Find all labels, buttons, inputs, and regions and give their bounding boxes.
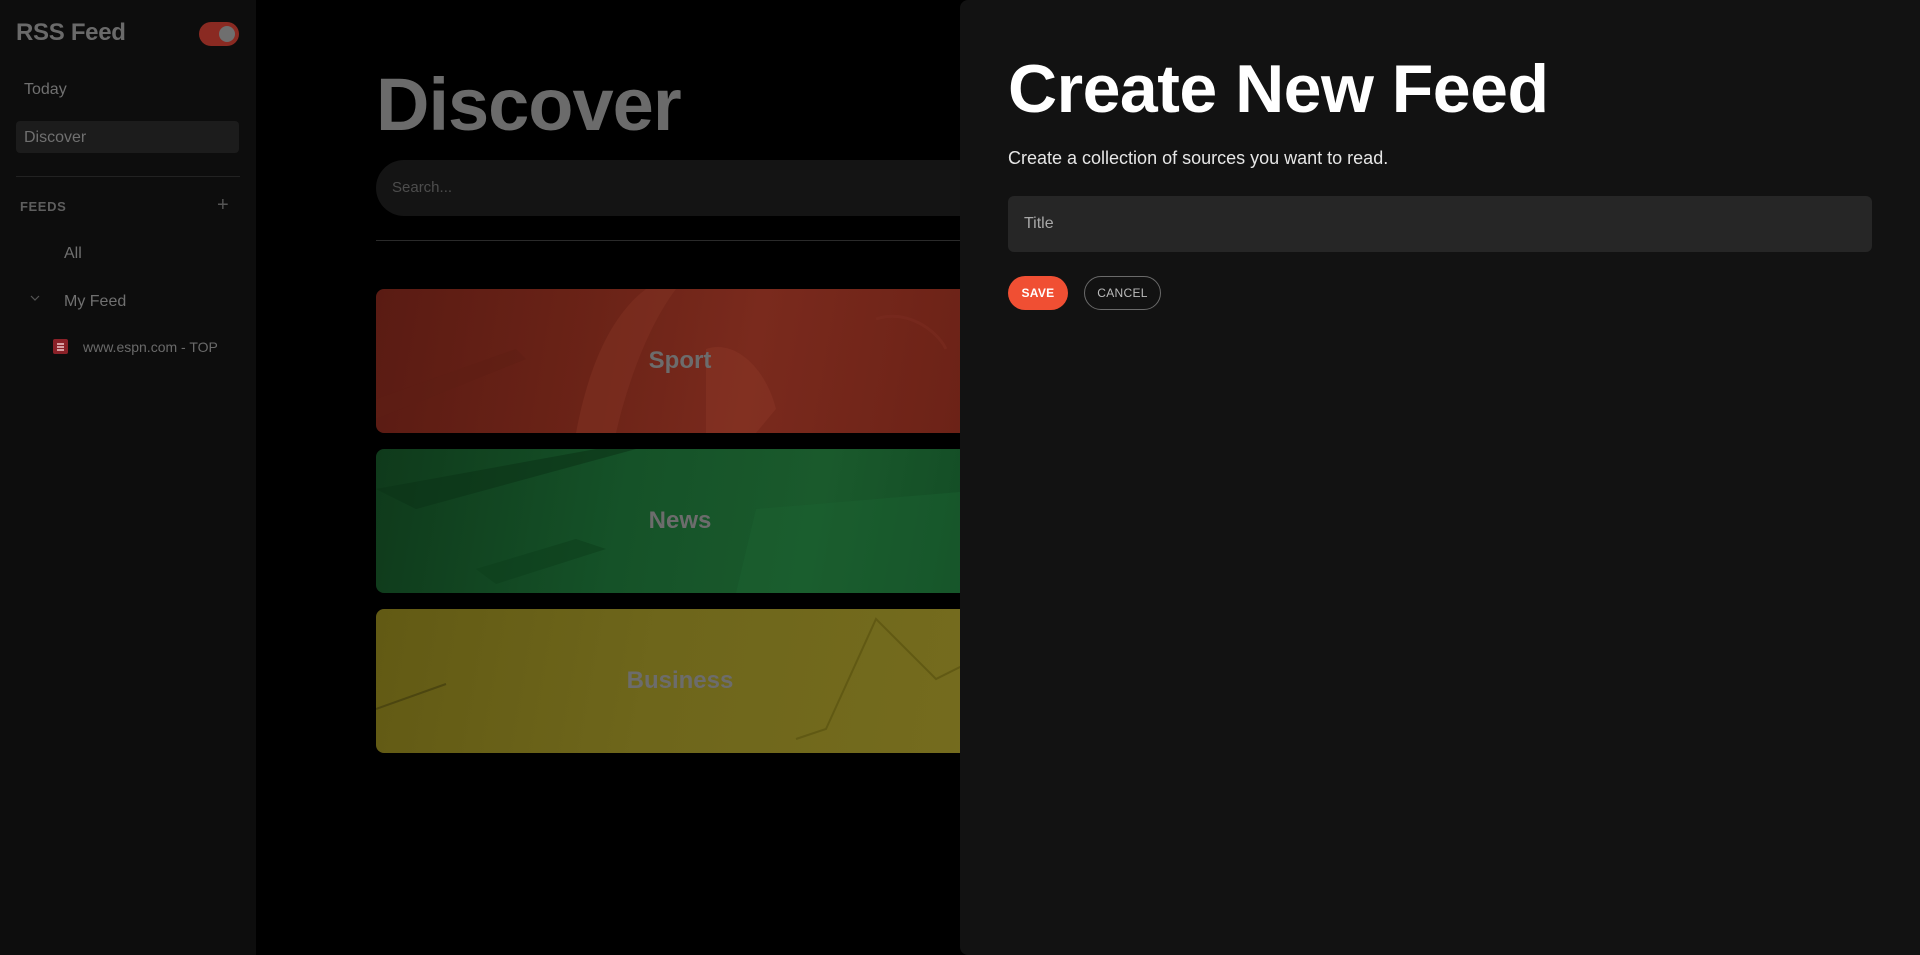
search-bar[interactable]: Search... xyxy=(376,160,996,216)
category-card-sport[interactable]: Sport xyxy=(376,289,996,433)
feed-item-all[interactable]: All xyxy=(64,245,82,263)
espn-favicon-icon xyxy=(53,339,68,354)
category-label-news: News xyxy=(648,507,712,534)
search-input[interactable]: Search... xyxy=(392,179,452,196)
nav-item-today[interactable]: Today xyxy=(16,73,239,105)
category-card-business[interactable]: Business xyxy=(376,609,996,753)
category-card-news[interactable]: News xyxy=(376,449,996,593)
add-feed-icon[interactable]: + xyxy=(217,195,229,215)
save-button[interactable]: SAVE xyxy=(1008,276,1068,310)
feeds-section-header: FEEDS xyxy=(20,199,67,214)
main-divider xyxy=(376,240,996,241)
app-title: RSS Feed xyxy=(16,19,126,46)
theme-toggle[interactable] xyxy=(199,22,239,46)
cancel-button[interactable]: CANCEL xyxy=(1084,276,1161,310)
sidebar: RSS Feed Today Discover FEEDS + All My F… xyxy=(0,0,256,955)
create-feed-panel: Create New Feed Create a collection of s… xyxy=(960,0,1920,955)
category-label-sport: Sport xyxy=(648,347,712,374)
feed-source-espn[interactable]: www.espn.com - TOP xyxy=(83,339,218,355)
page-title: Discover xyxy=(376,63,682,146)
sidebar-divider xyxy=(16,176,240,177)
feed-group-my-feed[interactable]: My Feed xyxy=(64,293,126,311)
panel-title: Create New Feed xyxy=(1008,51,1549,127)
category-label-business: Business xyxy=(626,667,734,694)
nav-item-discover[interactable]: Discover xyxy=(16,121,239,153)
toggle-knob xyxy=(219,26,235,42)
feed-title-input[interactable] xyxy=(1008,196,1872,252)
chevron-down-icon[interactable] xyxy=(30,293,40,303)
panel-subtitle: Create a collection of sources you want … xyxy=(1008,148,1389,168)
